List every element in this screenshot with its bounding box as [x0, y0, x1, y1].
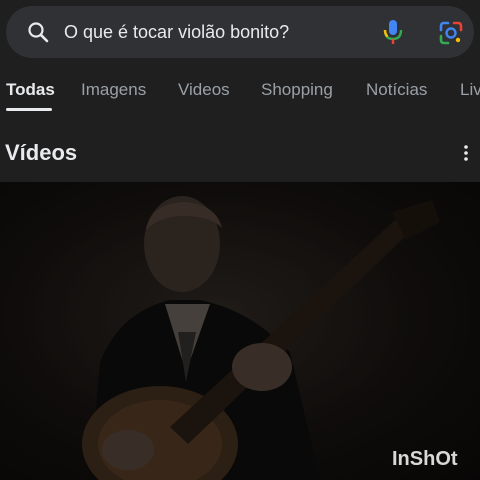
tab-noticias[interactable]: Notícias	[366, 79, 427, 101]
section-title: Vídeos	[5, 140, 78, 165]
search-bar[interactable]: O que é tocar violão bonito?	[6, 6, 474, 58]
search-tabs: Todas Imagens Videos Shopping Notícias L…	[0, 62, 480, 112]
guitarist-image	[0, 182, 480, 480]
video-thumbnail[interactable]: InShOt	[0, 182, 480, 480]
search-input[interactable]: O que é tocar violão bonito?	[64, 20, 289, 44]
more-vert-icon[interactable]	[458, 142, 474, 164]
tab-todas[interactable]: Todas	[6, 79, 55, 101]
tab-videos[interactable]: Videos	[178, 79, 230, 101]
google-lens-icon[interactable]	[438, 20, 464, 46]
active-tab-indicator	[6, 108, 52, 111]
tab-imagens[interactable]: Imagens	[81, 79, 146, 101]
microphone-icon[interactable]	[380, 18, 406, 46]
tab-live[interactable]: Liv	[460, 79, 480, 101]
tab-shopping[interactable]: Shopping	[261, 79, 333, 101]
search-icon[interactable]	[26, 20, 50, 44]
inshot-watermark: InShOt	[392, 448, 458, 470]
